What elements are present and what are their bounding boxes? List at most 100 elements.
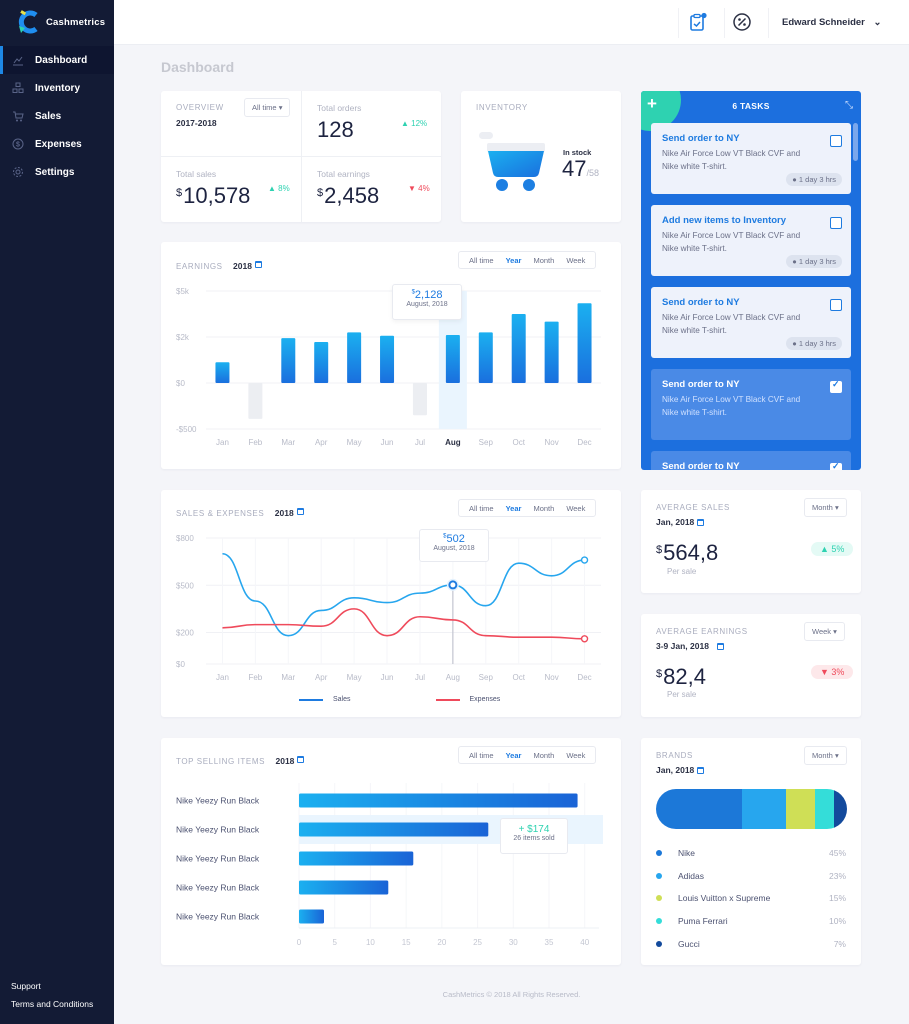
sidebar-item-settings[interactable]: Settings xyxy=(0,158,114,186)
legend-label-expenses: Expenses xyxy=(469,696,501,703)
brand-color-dot xyxy=(656,850,662,856)
boxes-icon xyxy=(12,82,24,94)
calendar-icon[interactable] xyxy=(716,643,724,651)
y-tick-label: $5k xyxy=(176,287,190,296)
task-item[interactable]: Add new items to Inventory Nike Air Forc… xyxy=(651,205,851,276)
sidebar-item-expenses[interactable]: $ Expenses xyxy=(0,130,114,158)
task-item[interactable]: Send order to NY Nike Air Force Low VT B… xyxy=(651,123,851,194)
brand-color-dot xyxy=(656,940,662,947)
sidebar-item-inventory[interactable]: Inventory xyxy=(0,74,114,102)
bar xyxy=(412,383,427,416)
x-tick-label: Dec xyxy=(577,673,591,682)
overview-card: Overview 2017-2018 All time ▾ Total orde… xyxy=(161,91,441,222)
cart-icon xyxy=(12,110,24,122)
x-tick-label: Aug xyxy=(445,438,461,447)
x-tick-label: Apr xyxy=(315,438,328,447)
average-earnings-dropdown[interactable]: Week ▾ xyxy=(804,622,845,641)
bar xyxy=(445,335,460,383)
brand-row: Gucci 7% xyxy=(656,939,846,949)
clock-icon: ● xyxy=(792,175,797,184)
task-item-completed[interactable]: Send order to NY Nike Air Force Low VT B… xyxy=(651,369,851,440)
brand-row: Adidas 23% xyxy=(656,871,846,881)
total-sales-label: Total sales xyxy=(176,169,217,179)
brand-name: Adidas xyxy=(678,870,704,881)
clipboard-check-icon[interactable] xyxy=(688,12,708,32)
x-tick-label: Jun xyxy=(381,438,394,447)
inventory-card: Inventory In stock 47/58 xyxy=(461,91,621,222)
brand-segment xyxy=(741,789,786,829)
task-checkbox[interactable] xyxy=(830,217,842,229)
user-menu[interactable]: Edward Schneider ⌄ xyxy=(782,17,882,28)
y-tick-label: $0 xyxy=(176,379,185,388)
x-tick-label: Mar xyxy=(281,673,295,682)
x-tick-label: Jan xyxy=(216,673,229,682)
collapse-icon[interactable]: ⤡ xyxy=(845,100,853,111)
total-orders-label: Total orders xyxy=(317,103,362,113)
x-tick-label: Nov xyxy=(545,438,559,447)
total-orders-change: ▲ 12% xyxy=(401,119,428,128)
x-tick-label: 30 xyxy=(509,938,518,947)
calendar-icon[interactable] xyxy=(697,767,705,775)
logo[interactable]: Cashmetrics xyxy=(18,9,105,35)
y-tick-label: $2k xyxy=(176,333,190,342)
caret-down-icon: ▾ xyxy=(834,503,839,512)
brand-percent: 10% xyxy=(828,916,846,927)
total-orders-value: 128 xyxy=(317,117,354,142)
x-tick-label: Jan xyxy=(216,438,229,447)
value: 10,578 xyxy=(183,183,251,208)
percent-icon[interactable] xyxy=(732,12,752,32)
average-sales-dropdown[interactable]: Month ▾ xyxy=(804,498,847,517)
series-end-point xyxy=(580,556,589,564)
cart-illustration-icon xyxy=(479,132,545,191)
bar xyxy=(314,342,329,383)
y-tick-label: $0 xyxy=(176,660,185,669)
task-title: Add new items to Inventory xyxy=(662,215,787,226)
period-dropdown[interactable]: All time ▾ xyxy=(244,98,291,117)
x-tick-label: Feb xyxy=(248,438,262,447)
task-title: Send order to NY xyxy=(662,461,740,470)
task-description: Nike Air Force Low VT Black CVF and Nike… xyxy=(662,395,801,417)
average-earnings-change-badge: ▼ 3% xyxy=(811,665,854,679)
brand-percent: 15% xyxy=(828,893,846,904)
brand-name: Gucci xyxy=(678,938,700,949)
bar xyxy=(299,793,578,808)
tooltip-value: + $174 xyxy=(518,824,550,835)
currency-symbol: $ xyxy=(656,668,663,680)
task-checkbox[interactable] xyxy=(830,135,842,147)
support-link[interactable]: Support xyxy=(11,977,93,995)
sidebar-item-label: Expenses xyxy=(35,138,82,150)
average-sales-value: $564,8 xyxy=(656,540,718,566)
x-tick-label: Feb xyxy=(248,673,262,682)
task-checkbox-checked[interactable] xyxy=(830,461,842,470)
calendar-icon[interactable] xyxy=(697,519,705,527)
sidebar-item-label: Dashboard xyxy=(35,54,88,66)
chevron-down-icon: ⌄ xyxy=(873,17,882,28)
task-item[interactable]: Send order to NY Nike Air Force Low VT B… xyxy=(651,287,851,358)
x-tick-label: 5 xyxy=(332,938,337,947)
brands-date: Jan, 2018 xyxy=(656,765,705,775)
sidebar-item-dashboard[interactable]: Dashboard xyxy=(0,46,114,74)
x-tick-label: 20 xyxy=(437,938,446,947)
tasks-scrollbar[interactable] xyxy=(853,123,858,161)
clock-icon: ● xyxy=(792,339,797,348)
earnings-card: Earnings 2018 All time Year Month Week $… xyxy=(161,242,621,469)
x-tick-label: Apr xyxy=(315,673,328,682)
x-tick-label: Sep xyxy=(479,673,494,682)
date-value: 3-9 Jan, 2018 xyxy=(656,641,709,651)
task-item-completed[interactable]: Send order to NY xyxy=(651,451,851,470)
y-tick-label: $200 xyxy=(176,629,194,638)
legend-swatch-expenses xyxy=(435,698,460,701)
terms-link[interactable]: Terms and Conditions xyxy=(11,995,93,1013)
bar xyxy=(577,303,592,383)
average-sales-change-badge: ▲ 5% xyxy=(811,542,854,556)
divider xyxy=(724,8,725,38)
brands-dropdown[interactable]: Month ▾ xyxy=(804,746,847,765)
sidebar-item-sales[interactable]: Sales xyxy=(0,102,114,130)
sidebar: Cashmetrics Dashboard Inventory Sales $ … xyxy=(0,0,114,1024)
task-checkbox-checked[interactable] xyxy=(830,379,842,393)
tasks-title: 6 TASKS xyxy=(732,101,770,111)
bar xyxy=(215,362,230,383)
task-checkbox[interactable] xyxy=(830,299,842,311)
task-time: ● 1 day 3 hrs xyxy=(786,173,842,186)
currency-symbol: $ xyxy=(656,544,663,556)
